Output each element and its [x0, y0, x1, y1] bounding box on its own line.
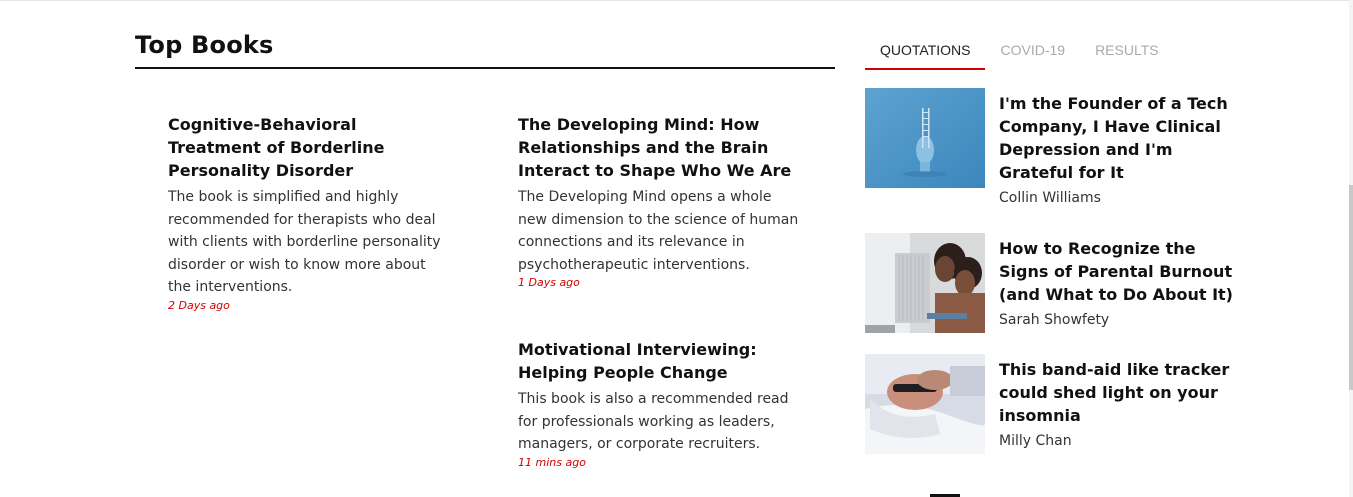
article-item[interactable]: I'm the Founder of a Tech Company, I Hav… — [865, 88, 1245, 213]
tab-quotations[interactable]: QUOTATIONS — [865, 39, 986, 70]
article-title[interactable]: This band-aid like tracker could shed li… — [999, 358, 1244, 427]
article-author: Sarah Showfety — [999, 312, 1110, 328]
tab-results[interactable]: RESULTS — [1080, 39, 1174, 70]
article-author: Collin Williams — [999, 190, 1101, 206]
tab-covid-19[interactable]: COVID-19 — [985, 39, 1080, 70]
book-item[interactable]: Cognitive-Behavioral Treatment of Border… — [168, 113, 453, 313]
article-item[interactable]: This band-aid like tracker could shed li… — [865, 354, 1245, 454]
page: Top Books Cognitive-Behavioral Treatment… — [0, 0, 1353, 497]
top-divider — [0, 0, 1353, 1]
section-title-underline — [135, 67, 835, 69]
scrollbar-thumb[interactable] — [1349, 185, 1353, 390]
book-timestamp: 2 Days ago — [168, 298, 230, 312]
book-timestamp: 11 mins ago — [518, 455, 586, 469]
sleeping-man-image[interactable] — [865, 354, 985, 454]
article-text: This band-aid like tracker could shed li… — [999, 358, 1244, 450]
book-item[interactable]: The Developing Mind: How Relationships a… — [518, 113, 803, 290]
article-text: How to Recognize the Signs of Parental B… — [999, 237, 1244, 329]
book-description: The book is simplified and highly recomm… — [168, 189, 441, 295]
children-at-window-image[interactable] — [865, 233, 985, 333]
book-title[interactable]: Cognitive-Behavioral Treatment of Border… — [168, 113, 453, 182]
article-item[interactable]: How to Recognize the Signs of Parental B… — [865, 233, 1245, 333]
book-item[interactable]: Motivational Interviewing: Helping Peopl… — [518, 338, 803, 470]
article-author: Milly Chan — [999, 433, 1072, 449]
blue-head-ladder-image[interactable] — [865, 88, 985, 188]
book-description: The Developing Mind opens a whole new di… — [518, 189, 799, 273]
article-title[interactable]: I'm the Founder of a Tech Company, I Hav… — [999, 92, 1244, 184]
article-title[interactable]: How to Recognize the Signs of Parental B… — [999, 237, 1244, 306]
book-description: This book is also a recommended read for… — [518, 391, 789, 452]
section-title: Top Books — [135, 31, 274, 59]
next-section-heading-peek — [930, 490, 980, 497]
book-timestamp: 1 Days ago — [518, 276, 580, 289]
book-title[interactable]: The Developing Mind: How Relationships a… — [518, 113, 803, 182]
sidebar-tabs: QUOTATIONS COVID-19 RESULTS — [865, 39, 1174, 70]
book-title[interactable]: Motivational Interviewing: Helping Peopl… — [518, 338, 803, 384]
article-text: I'm the Founder of a Tech Company, I Hav… — [999, 92, 1244, 207]
